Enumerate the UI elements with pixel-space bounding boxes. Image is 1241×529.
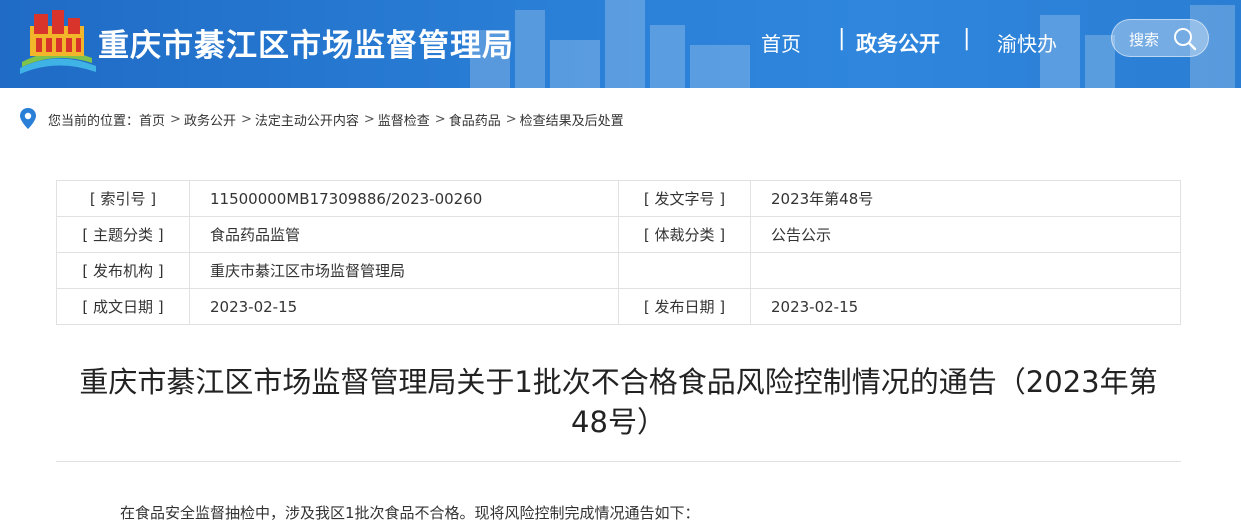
nav-separator: | xyxy=(963,26,971,51)
meta-key: [ 体裁分类 ] xyxy=(618,216,751,253)
meta-value: 2023年第48号 xyxy=(750,180,1181,217)
meta-value: 2023-02-15 xyxy=(189,288,619,325)
nav-separator: | xyxy=(838,26,846,51)
breadcrumb-item-results[interactable]: 检查结果及后处置 xyxy=(520,110,624,129)
meta-value: 公告公示 xyxy=(750,216,1181,253)
breadcrumb-prefix: 您当前的位置： xyxy=(48,113,140,129)
breadcrumb-separator: > xyxy=(170,111,181,127)
meta-value: 11500000MB17309886/2023-00260 xyxy=(189,180,619,217)
breadcrumb-item-gov[interactable]: 政务公开 xyxy=(184,110,236,129)
table-row: [ 索引号 ] 11500000MB17309886/2023-00260 [ … xyxy=(56,180,1181,217)
site-title[interactable]: 重庆市綦江区市场监督管理局 xyxy=(98,20,514,65)
meta-value: 重庆市綦江区市场监督管理局 xyxy=(189,252,619,289)
meta-key: [ 主题分类 ] xyxy=(56,216,190,253)
breadcrumb-item-legal[interactable]: 法定主动公开内容 xyxy=(255,110,359,129)
breadcrumb-separator: > xyxy=(505,111,517,127)
site-logo-icon[interactable] xyxy=(16,10,98,76)
article-title-line-2: 48号） xyxy=(571,405,666,439)
location-pin-icon xyxy=(20,108,36,129)
breadcrumb-item-food-drug[interactable]: 食品药品 xyxy=(449,110,501,129)
breadcrumb-separator: > xyxy=(240,111,252,127)
nav-gov-affairs[interactable]: 政务公开 xyxy=(856,28,940,58)
meta-value: 食品药品监管 xyxy=(189,216,619,253)
search-label: 搜索 xyxy=(1129,31,1160,49)
divider xyxy=(56,461,1181,462)
table-row: [ 成文日期 ] 2023-02-15 [ 发布日期 ] 2023-02-15 xyxy=(56,288,1181,325)
meta-key xyxy=(618,252,751,289)
article-intro-paragraph: 在食品安全监督抽检中，涉及我区1批次食品不合格。现将风险控制完成情况通告如下： xyxy=(120,504,700,522)
article-title: 重庆市綦江区市场监督管理局关于1批次不合格食品风险控制情况的通告（2023年第 … xyxy=(56,362,1181,442)
meta-key: [ 索引号 ] xyxy=(56,180,190,217)
nav-home[interactable]: 首页 xyxy=(761,28,801,57)
breadcrumb-item-home[interactable]: 首页 xyxy=(139,110,165,129)
meta-key: [ 成文日期 ] xyxy=(56,288,190,325)
search-icon xyxy=(1174,28,1197,51)
table-row: [ 主题分类 ] 食品药品监管 [ 体裁分类 ] 公告公示 xyxy=(56,216,1181,253)
document-meta-table: [ 索引号 ] 11500000MB17309886/2023-00260 [ … xyxy=(56,180,1181,325)
meta-key: [ 发文字号 ] xyxy=(618,180,751,217)
meta-key: [ 发布日期 ] xyxy=(618,288,751,325)
table-row: [ 发布机构 ] 重庆市綦江区市场监督管理局 xyxy=(56,252,1181,289)
meta-value xyxy=(750,252,1181,289)
article-title-line-1: 重庆市綦江区市场监督管理局关于1批次不合格食品风险控制情况的通告（2023年第 xyxy=(79,365,1158,399)
breadcrumb-separator: > xyxy=(363,111,375,127)
nav-yukuaiban[interactable]: 渝快办 xyxy=(997,28,1057,57)
meta-value: 2023-02-15 xyxy=(750,288,1181,325)
search-button[interactable]: 搜索 xyxy=(1111,19,1209,57)
meta-key: [ 发布机构 ] xyxy=(56,252,190,289)
breadcrumb: 您当前的位置： 首页 > 政务公开 > 法定主动公开内容 > 监督检查 > 食品… xyxy=(18,106,624,132)
breadcrumb-separator: > xyxy=(434,111,446,127)
breadcrumb-item-inspection[interactable]: 监督检查 xyxy=(378,110,430,129)
site-header: 重庆市綦江区市场监督管理局 首页 | 政务公开 | 渝快办 搜索 xyxy=(0,0,1241,88)
